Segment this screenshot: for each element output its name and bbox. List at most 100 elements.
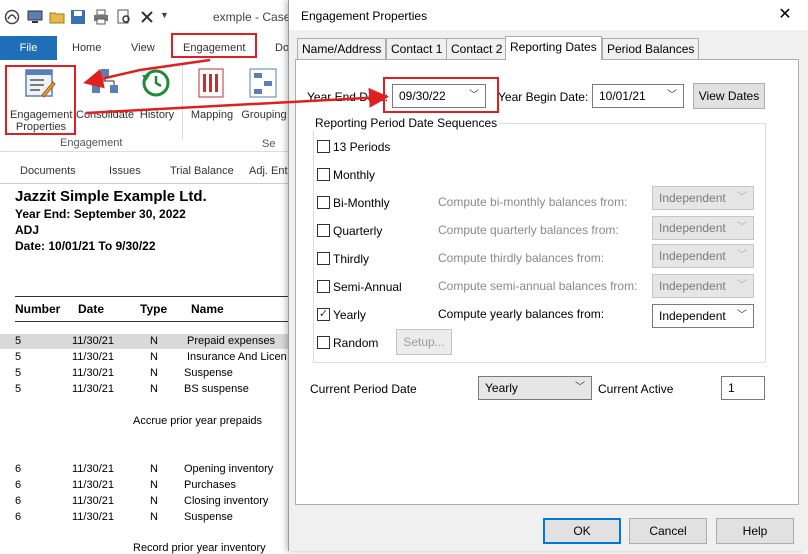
tab-contact-2[interactable]: Contact 2 xyxy=(446,38,508,59)
close-icon[interactable]: ✕ xyxy=(774,5,796,25)
qat-dropdown-icon[interactable]: ▼ xyxy=(160,10,169,20)
table-row[interactable]: 5 11/30/21 N Insurance And Licen xyxy=(0,350,290,365)
label-monthly: Monthly xyxy=(333,168,376,182)
table-row[interactable]: 5 11/30/21 N BS suspense xyxy=(0,382,290,397)
grouping-label: Grouping xyxy=(241,109,287,121)
table-row[interactable]: 5 11/30/21 N Suspense xyxy=(0,366,290,381)
consolidate-icon xyxy=(92,69,118,93)
label-random: Random xyxy=(333,336,379,350)
table-row[interactable]: 6 11/30/21 N Closing inventory xyxy=(0,494,290,509)
column-header-type: Type xyxy=(140,302,168,316)
tab-period-balances[interactable]: Period Balances xyxy=(602,38,700,59)
annotation-box-year-end xyxy=(383,77,499,113)
current-active-field[interactable]: 1 xyxy=(721,376,765,400)
checkbox-13-periods[interactable] xyxy=(317,140,330,153)
tab-view[interactable]: View xyxy=(131,42,155,54)
checkbox-bi-monthly[interactable] xyxy=(317,196,330,209)
history-button[interactable]: History xyxy=(136,65,178,125)
tab-do[interactable]: Do xyxy=(275,42,289,54)
bi-monthly-compute-label: Compute bi-monthly balances from: xyxy=(438,195,628,209)
checkbox-thirdly[interactable] xyxy=(317,252,330,265)
reporting-period-group-title: Reporting Period Date Sequences xyxy=(313,116,500,130)
history-clock-icon xyxy=(142,69,170,97)
label-quarterly: Quarterly xyxy=(333,224,383,238)
table-row[interactable]: 6 11/30/21 N Opening inventory xyxy=(0,462,290,477)
label-thirdly: Thirdly xyxy=(333,252,370,266)
column-header-number: Number xyxy=(15,302,61,316)
label-yearly: Yearly xyxy=(333,308,366,322)
current-period-date-select[interactable]: Yearly ﹀ xyxy=(478,376,592,400)
grouping-icon xyxy=(249,68,277,98)
checkbox-monthly[interactable] xyxy=(317,168,330,181)
tab-reporting-dates[interactable]: Reporting Dates xyxy=(505,36,602,60)
adj-heading: ADJ xyxy=(15,223,40,237)
semi-annual-compute-select[interactable]: Independent ﹀ xyxy=(652,274,754,298)
nav-tab-trial-balance[interactable]: Trial Balance xyxy=(170,165,234,177)
chevron-down-icon: ﹀ xyxy=(737,192,747,203)
chevron-down-icon: ﹀ xyxy=(737,280,747,291)
open-folder-icon[interactable] xyxy=(49,9,65,25)
consolidate-button[interactable]: Consolidate xyxy=(76,65,134,125)
quick-access-toolbar: ▼ exmple - CaseWare xyxy=(0,0,319,36)
dialog-titlebar: Engagement Properties ✕ xyxy=(289,0,808,30)
thirdly-compute-select[interactable]: Independent ﹀ xyxy=(652,244,754,268)
save-icon[interactable] xyxy=(70,9,86,25)
history-label: History xyxy=(139,109,175,121)
checkbox-random[interactable] xyxy=(317,336,330,349)
chevron-down-icon: ﹀ xyxy=(737,310,747,321)
tab-contact-1[interactable]: Contact 1 xyxy=(386,38,448,59)
bi-monthly-compute-select[interactable]: Independent ﹀ xyxy=(652,186,754,210)
date-range-heading: Date: 10/01/21 To 9/30/22 xyxy=(15,239,156,253)
monitor-icon[interactable] xyxy=(27,9,43,25)
current-period-date-label: Current Period Date xyxy=(310,382,417,396)
navigation-tabs: Documents Issues Trial Balance Adj. Ent xyxy=(0,158,290,184)
tab-file[interactable]: File xyxy=(0,36,57,60)
nav-tab-documents[interactable]: Documents xyxy=(20,165,76,177)
help-button[interactable]: Help xyxy=(716,518,794,544)
ribbon-separator xyxy=(182,64,183,140)
grouping-button[interactable]: Grouping xyxy=(238,65,290,125)
print-preview-icon[interactable] xyxy=(116,9,132,25)
table-row[interactable]: 5 11/30/21 N Prepaid expenses xyxy=(0,334,290,349)
company-name: Jazzit Simple Example Ltd. xyxy=(15,188,207,205)
mapping-icon xyxy=(198,68,224,98)
tab-home[interactable]: Home xyxy=(72,42,101,54)
table-row[interactable]: 6 11/30/21 N Suspense xyxy=(0,510,290,525)
table-row[interactable]: 6 11/30/21 N Purchases xyxy=(0,478,290,493)
ok-button[interactable]: OK xyxy=(543,518,621,544)
entry-description: Accrue prior year prepaids xyxy=(133,415,263,427)
year-end-heading: Year End: September 30, 2022 xyxy=(15,207,186,221)
quarterly-compute-label: Compute quarterly balances from: xyxy=(438,223,619,237)
checkbox-quarterly[interactable] xyxy=(317,224,330,237)
app-logo-icon[interactable] xyxy=(4,9,20,25)
view-dates-button[interactable]: View Dates xyxy=(693,83,765,109)
engagement-properties-dialog: Engagement Properties ✕ Name/Address Con… xyxy=(288,0,808,551)
entry-description: Record prior year inventory xyxy=(133,542,266,554)
cancel-button[interactable]: Cancel xyxy=(629,518,707,544)
nav-tab-issues[interactable]: Issues xyxy=(109,165,141,177)
label-bi-monthly: Bi-Monthly xyxy=(333,196,390,210)
nav-tab-adj-entries[interactable]: Adj. Ent xyxy=(249,165,288,177)
mapping-button[interactable]: Mapping xyxy=(188,65,236,125)
column-rule xyxy=(15,321,290,322)
ribbon-group-label: Engagement xyxy=(60,137,123,149)
annotation-box-engagement-tab xyxy=(171,33,257,58)
consolidate-label: Consolidate xyxy=(76,109,135,121)
checkbox-semi-annual[interactable] xyxy=(317,280,330,293)
column-header-date: Date xyxy=(78,302,105,316)
chevron-down-icon: ﹀ xyxy=(737,250,747,261)
print-icon[interactable] xyxy=(93,9,109,25)
checkbox-yearly[interactable]: ✓ xyxy=(317,308,330,321)
setup-button[interactable]: Setup... xyxy=(396,329,452,355)
label-13-periods: 13 Periods xyxy=(333,140,391,154)
label-semi-annual: Semi-Annual xyxy=(333,280,402,294)
quarterly-compute-select[interactable]: Independent ﹀ xyxy=(652,216,754,240)
year-begin-date-picker[interactable]: 10/01/21 ﹀ xyxy=(592,84,684,108)
tab-name-address[interactable]: Name/Address xyxy=(297,38,387,59)
chevron-down-icon: ﹀ xyxy=(575,382,585,393)
yearly-compute-select[interactable]: Independent ﹀ xyxy=(652,304,754,328)
column-header-name: Name xyxy=(191,302,224,316)
mapping-label: Mapping xyxy=(190,109,234,121)
close-x-icon[interactable] xyxy=(139,9,155,25)
semi-annual-compute-label: Compute semi-annual balances from: xyxy=(438,279,638,293)
